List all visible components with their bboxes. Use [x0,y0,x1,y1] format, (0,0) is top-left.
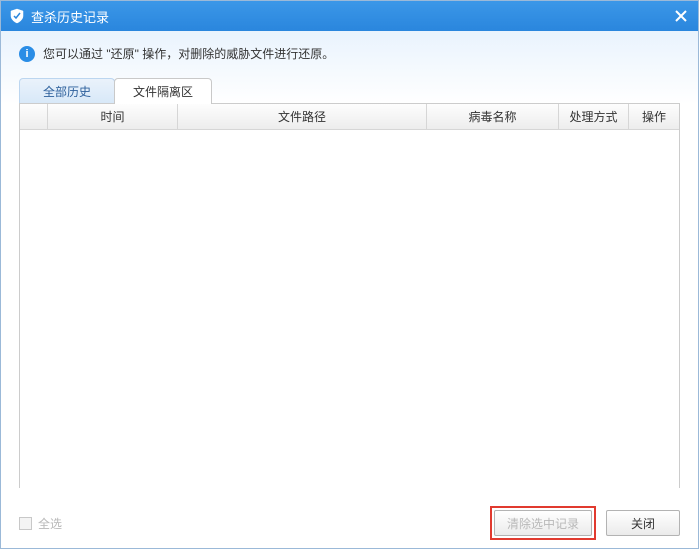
footer: 全选 清除选中记录 关闭 [1,506,698,548]
window-title: 查杀历史记录 [31,7,109,26]
col-virus[interactable]: 病毒名称 [427,104,559,129]
col-time[interactable]: 时间 [48,104,178,129]
select-all-label: 全选 [38,515,62,532]
shield-icon [9,8,25,24]
tab-quarantine[interactable]: 文件隔离区 [114,78,212,104]
select-all-wrap[interactable]: 全选 [19,515,62,532]
table: 时间 文件路径 病毒名称 处理方式 操作 [19,103,680,488]
table-body [20,130,679,513]
info-icon: i [19,46,35,62]
col-path[interactable]: 文件路径 [178,104,427,129]
checkbox-icon [19,517,32,530]
close-button[interactable]: 关闭 [606,510,680,536]
info-text: 您可以通过 "还原" 操作，对删除的威胁文件进行还原。 [43,45,334,62]
history-window: 查杀历史记录 i 您可以通过 "还原" 操作，对删除的威胁文件进行还原。 全部历… [0,0,699,549]
col-action[interactable]: 操作 [629,104,679,129]
col-method[interactable]: 处理方式 [559,104,629,129]
clear-selected-button[interactable]: 清除选中记录 [494,510,592,536]
col-checkbox[interactable] [20,104,48,129]
tab-all-history[interactable]: 全部历史 [19,78,115,104]
info-row: i 您可以通过 "还原" 操作，对删除的威胁文件进行还原。 [19,45,680,62]
highlight-box: 清除选中记录 [490,506,596,540]
titlebar: 查杀历史记录 [1,1,698,31]
close-icon[interactable] [670,5,692,27]
tabs: 全部历史 文件隔离区 [19,78,680,104]
header-area: i 您可以通过 "还原" 操作，对删除的威胁文件进行还原。 全部历史 文件隔离区 [1,31,698,104]
content-area: 时间 文件路径 病毒名称 处理方式 操作 [1,103,698,506]
table-header: 时间 文件路径 病毒名称 处理方式 操作 [20,104,679,130]
